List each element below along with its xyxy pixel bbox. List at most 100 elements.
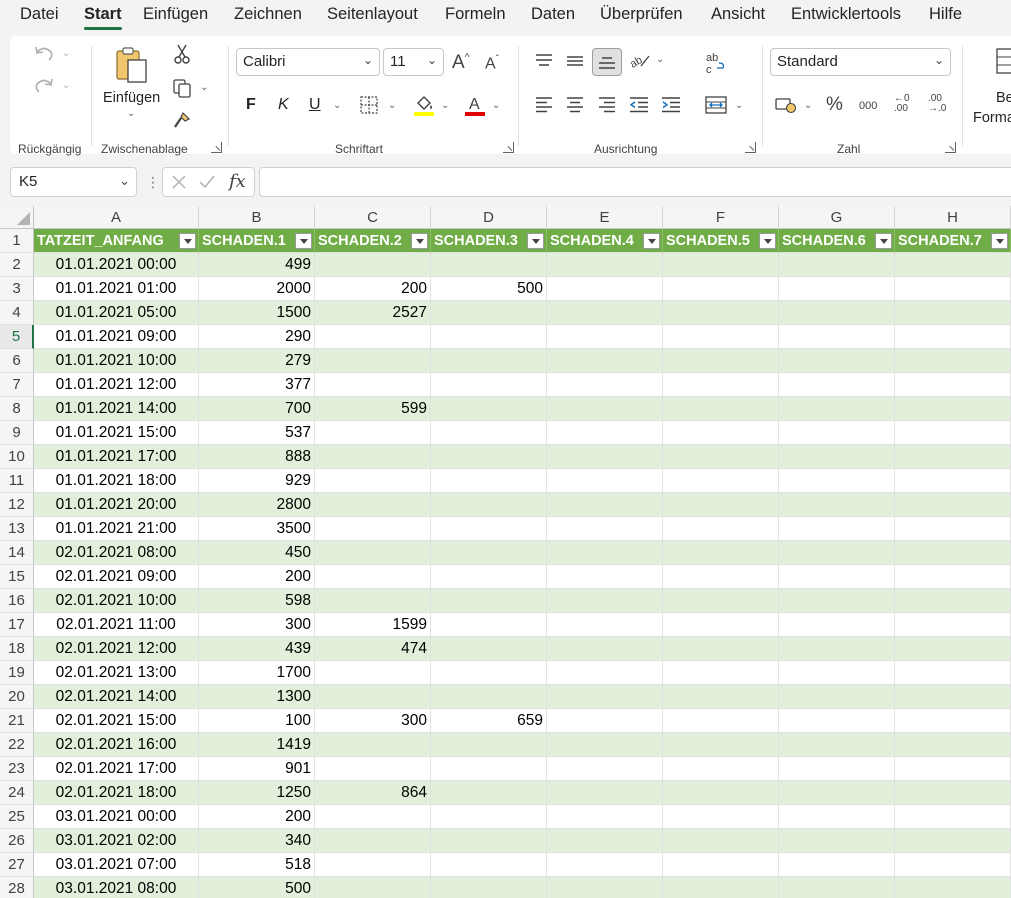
table-header-cell[interactable]: SCHADEN.6: [779, 229, 895, 253]
table-cell[interactable]: 518: [199, 853, 315, 877]
table-cell[interactable]: [895, 397, 1011, 421]
table-cell[interactable]: [547, 805, 663, 829]
table-cell[interactable]: 1250: [199, 781, 315, 805]
table-cell[interactable]: [663, 685, 779, 709]
table-cell[interactable]: 01.01.2021 17:00: [34, 445, 199, 469]
insert-function-icon[interactable]: fx: [229, 171, 246, 192]
row-header[interactable]: 21: [0, 709, 34, 733]
align-center-icon[interactable]: [564, 94, 586, 116]
increase-font-size-icon[interactable]: A^: [452, 52, 469, 74]
table-cell[interactable]: [547, 781, 663, 805]
filter-dropdown-icon[interactable]: [411, 233, 428, 249]
filter-dropdown-icon[interactable]: [875, 233, 892, 249]
table-cell[interactable]: [663, 469, 779, 493]
table-cell[interactable]: [779, 709, 895, 733]
table-cell[interactable]: 02.01.2021 18:00: [34, 781, 199, 805]
table-cell[interactable]: 02.01.2021 11:00: [34, 613, 199, 637]
table-cell[interactable]: [663, 253, 779, 277]
table-cell[interactable]: [779, 685, 895, 709]
tab-entwicklertools[interactable]: Entwicklertools: [791, 5, 901, 24]
table-cell[interactable]: 200: [199, 805, 315, 829]
table-cell[interactable]: 300: [315, 709, 431, 733]
table-cell[interactable]: 1500: [199, 301, 315, 325]
table-cell[interactable]: [895, 877, 1011, 898]
table-cell[interactable]: [431, 565, 547, 589]
table-header-cell[interactable]: SCHADEN.1: [199, 229, 315, 253]
table-cell[interactable]: 02.01.2021 08:00: [34, 541, 199, 565]
conditional-formatting-icon[interactable]: [994, 46, 1011, 76]
table-cell[interactable]: [431, 373, 547, 397]
clipboard-launcher-icon[interactable]: [211, 142, 222, 153]
column-header-h[interactable]: H: [895, 206, 1011, 229]
table-cell[interactable]: 02.01.2021 16:00: [34, 733, 199, 757]
font-color-dropdown-icon[interactable]: ⌄: [492, 100, 500, 111]
table-cell[interactable]: 599: [315, 397, 431, 421]
tab-start[interactable]: Start: [84, 5, 122, 30]
table-cell[interactable]: [315, 565, 431, 589]
table-cell[interactable]: [663, 373, 779, 397]
row-header[interactable]: 1: [0, 229, 34, 253]
table-cell[interactable]: [315, 829, 431, 853]
column-header-e[interactable]: E: [547, 206, 663, 229]
table-cell[interactable]: [663, 349, 779, 373]
table-cell[interactable]: 02.01.2021 09:00: [34, 565, 199, 589]
font-launcher-icon[interactable]: [503, 142, 514, 153]
alignment-launcher-icon[interactable]: [745, 142, 756, 153]
row-header[interactable]: 24: [0, 781, 34, 805]
table-header-cell[interactable]: SCHADEN.2: [315, 229, 431, 253]
table-cell[interactable]: [431, 661, 547, 685]
table-cell[interactable]: [663, 637, 779, 661]
tab-daten[interactable]: Daten: [531, 5, 575, 24]
table-cell[interactable]: 100: [199, 709, 315, 733]
table-cell[interactable]: [895, 661, 1011, 685]
row-header[interactable]: 19: [0, 661, 34, 685]
name-box[interactable]: K5 ⌄: [10, 167, 137, 197]
column-header-g[interactable]: G: [779, 206, 895, 229]
table-cell[interactable]: [315, 253, 431, 277]
table-cell[interactable]: 01.01.2021 00:00: [34, 253, 199, 277]
table-cell[interactable]: [895, 637, 1011, 661]
table-cell[interactable]: [895, 853, 1011, 877]
table-cell[interactable]: 200: [199, 565, 315, 589]
row-header[interactable]: 25: [0, 805, 34, 829]
table-cell[interactable]: [547, 853, 663, 877]
table-cell[interactable]: [895, 493, 1011, 517]
table-cell[interactable]: [431, 445, 547, 469]
table-cell[interactable]: [431, 349, 547, 373]
table-cell[interactable]: [895, 349, 1011, 373]
table-cell[interactable]: [547, 253, 663, 277]
align-left-icon[interactable]: [533, 94, 555, 116]
table-cell[interactable]: [895, 589, 1011, 613]
table-cell[interactable]: [663, 517, 779, 541]
table-cell[interactable]: [895, 469, 1011, 493]
table-cell[interactable]: 888: [199, 445, 315, 469]
table-cell[interactable]: [547, 397, 663, 421]
row-header[interactable]: 13: [0, 517, 34, 541]
number-launcher-icon[interactable]: [945, 142, 956, 153]
row-header[interactable]: 3: [0, 277, 34, 301]
table-cell[interactable]: 474: [315, 637, 431, 661]
table-cell[interactable]: [431, 493, 547, 517]
table-cell[interactable]: 02.01.2021 17:00: [34, 757, 199, 781]
table-cell[interactable]: [895, 685, 1011, 709]
table-cell[interactable]: [547, 469, 663, 493]
row-header[interactable]: 22: [0, 733, 34, 757]
table-cell[interactable]: 01.01.2021 20:00: [34, 493, 199, 517]
row-header[interactable]: 15: [0, 565, 34, 589]
table-cell[interactable]: [779, 613, 895, 637]
thousands-separator-icon[interactable]: 000: [859, 100, 877, 112]
row-header[interactable]: 27: [0, 853, 34, 877]
table-cell[interactable]: [895, 709, 1011, 733]
table-cell[interactable]: [547, 757, 663, 781]
increase-indent-icon[interactable]: [660, 94, 682, 116]
format-painter-icon[interactable]: [170, 108, 194, 132]
select-all-button[interactable]: [0, 206, 34, 229]
table-cell[interactable]: [431, 637, 547, 661]
table-cell[interactable]: [663, 661, 779, 685]
table-cell[interactable]: [895, 373, 1011, 397]
align-right-icon[interactable]: [596, 94, 618, 116]
table-cell[interactable]: 01.01.2021 05:00: [34, 301, 199, 325]
paste-dropdown-icon[interactable]: ⌄: [127, 108, 135, 119]
table-cell[interactable]: 01.01.2021 01:00: [34, 277, 199, 301]
table-cell[interactable]: [663, 709, 779, 733]
